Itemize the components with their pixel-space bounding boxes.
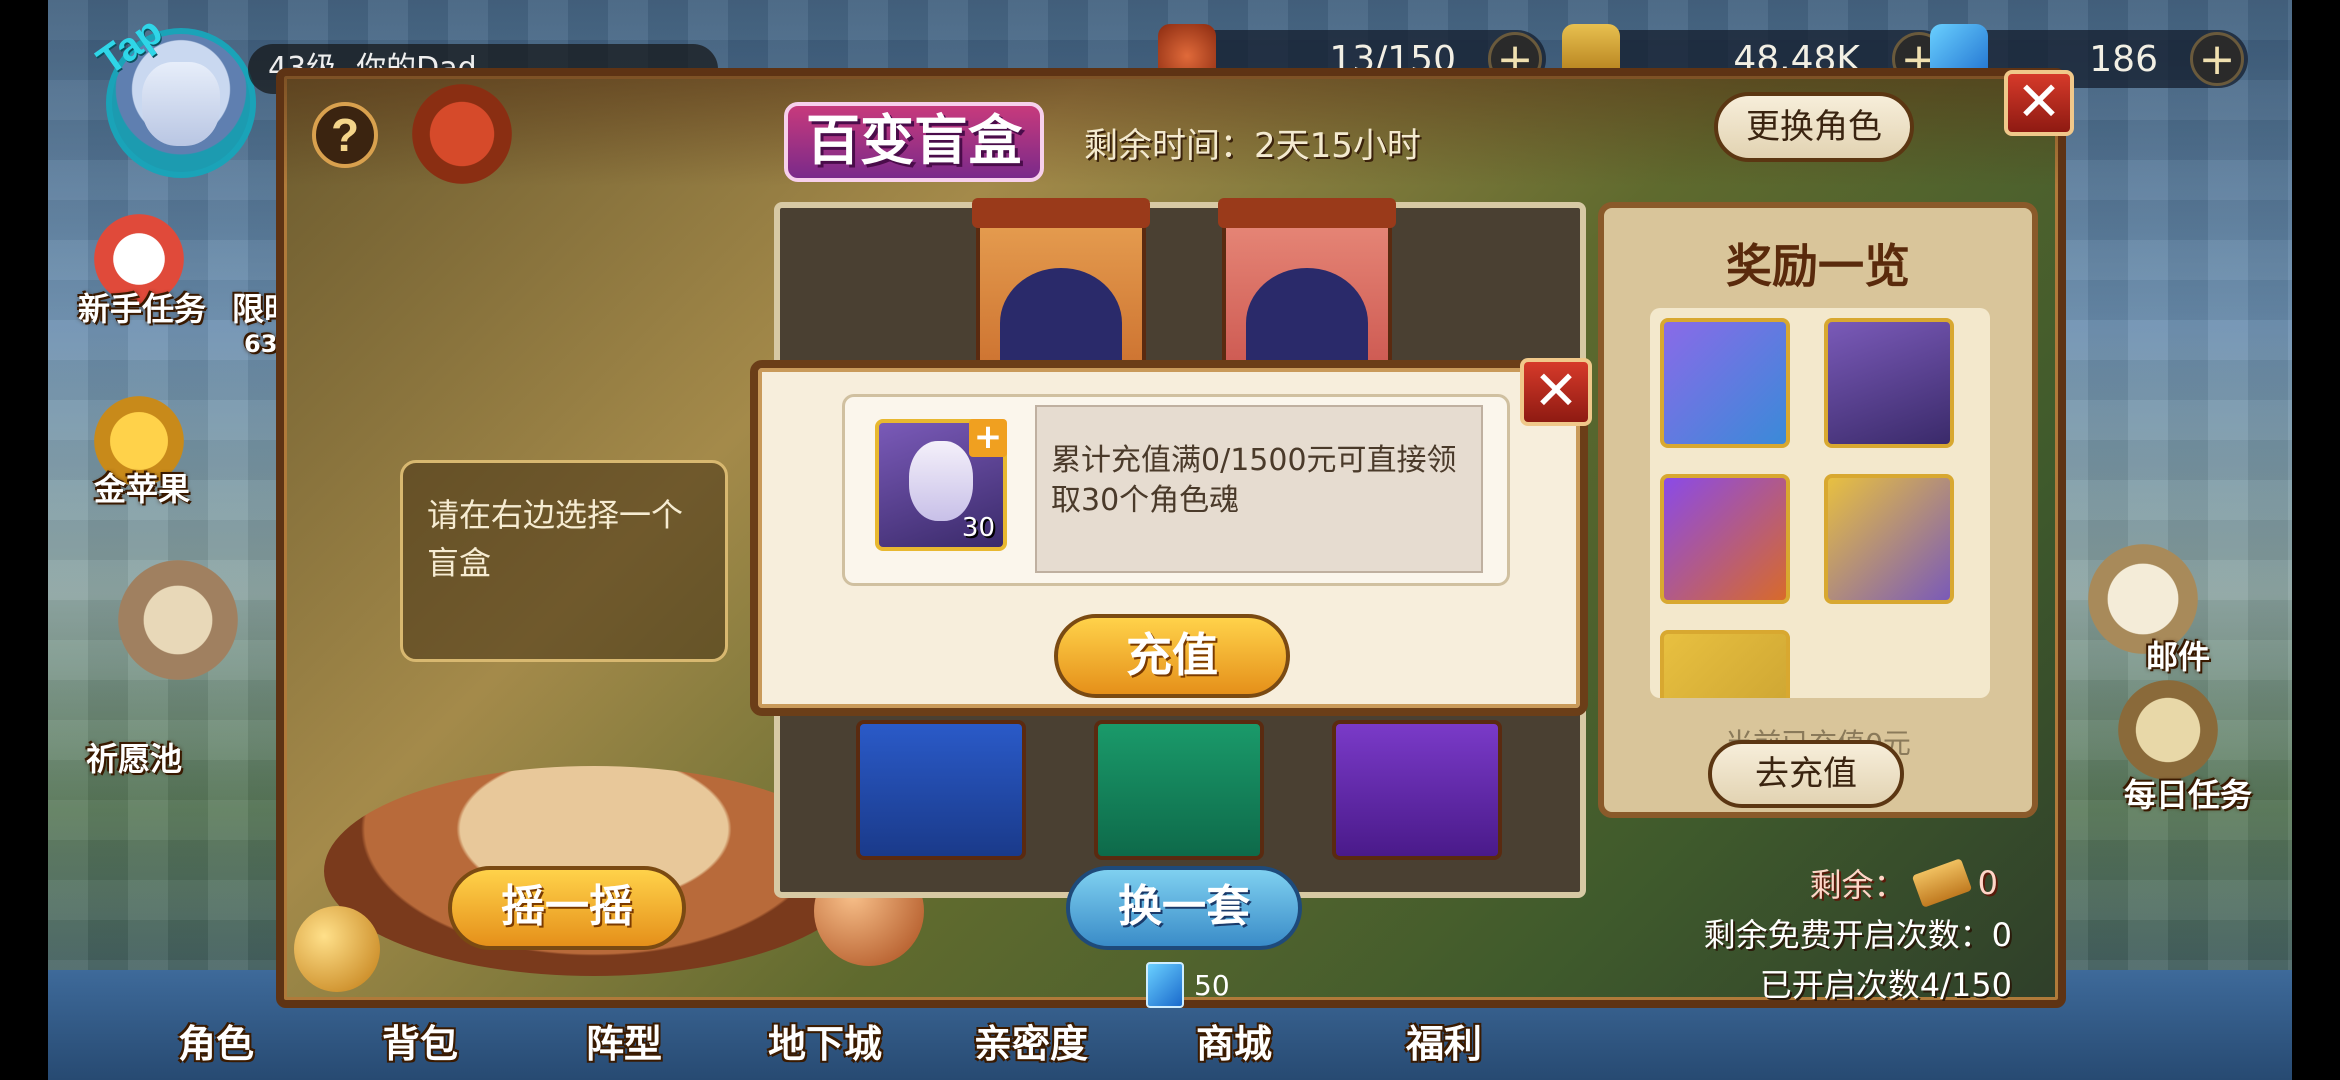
opened-count: 已开启次数4/150	[1759, 966, 2012, 1004]
gem-plus-button[interactable]: +	[2190, 32, 2244, 86]
scroll-icon[interactable]	[2118, 680, 2218, 780]
reward-item-partial[interactable]	[1660, 630, 1790, 698]
reward-title: 奖励一览	[1726, 239, 1910, 293]
nav-bag[interactable]: 背包	[382, 1013, 458, 1068]
remaining-tickets: 剩余： 0	[1809, 858, 1998, 908]
nav-intimacy[interactable]: 亲密度	[974, 1013, 1088, 1068]
recharge-dialog: + 30 累计充值满0/1500元可直接领取30个角色魂 充值	[750, 360, 1588, 716]
wishing-pool-label[interactable]: 祈愿池	[86, 734, 182, 780]
reward-item-badge[interactable]	[1660, 474, 1790, 604]
golden-apple-label[interactable]: 金苹果	[94, 464, 190, 510]
hint-box: 请在右边选择一个盲盒	[400, 460, 728, 662]
shake-button[interactable]: 摇一摇	[448, 866, 686, 950]
limited-count: 63	[244, 330, 278, 358]
daily-tasks-label[interactable]: 每日任务	[2124, 770, 2252, 816]
ticket-icon	[1911, 858, 1972, 908]
box-lid	[1218, 198, 1396, 228]
soul-portrait	[909, 441, 973, 521]
nav-dungeon[interactable]: 地下城	[768, 1013, 882, 1068]
dialog-content: + 30 累计充值满0/1500元可直接领取30个角色魂	[842, 394, 1510, 586]
nav-formation[interactable]: 阵型	[586, 1013, 662, 1068]
reward-panel: 奖励一览 当前已充值0元	[1598, 202, 2038, 818]
remaining-tickets-value: 0	[1977, 864, 1998, 902]
close-icon[interactable]: ✕	[2004, 70, 2074, 136]
avatar-face	[142, 62, 220, 146]
swap-cost: 50	[1146, 962, 1230, 1008]
help-button[interactable]: ?	[312, 102, 378, 168]
recharge-description: 累计充值满0/1500元可直接领取30个角色魂	[1035, 405, 1483, 573]
nav-role[interactable]: 角色	[178, 1013, 254, 1068]
blind-box-green[interactable]	[1094, 720, 1264, 860]
recharge-button[interactable]: 充值	[1054, 614, 1290, 698]
mail-label[interactable]: 邮件	[2146, 632, 2210, 678]
chest-icon	[412, 84, 512, 184]
blind-box-blue[interactable]	[856, 720, 1026, 860]
nav-welfare[interactable]: 福利	[1406, 1013, 1482, 1068]
gem-value: 186	[2089, 38, 2158, 80]
dialog-close-icon[interactable]: ✕	[1520, 358, 1592, 426]
swap-cost-value: 50	[1194, 968, 1230, 1002]
remaining-time: 剩余时间：2天15小时	[1084, 126, 1421, 166]
gold-orb	[294, 906, 380, 992]
blind-box-purple[interactable]	[1332, 720, 1502, 860]
change-role-button[interactable]: 更换角色	[1714, 92, 1914, 162]
gem-icon	[1146, 962, 1184, 1008]
go-recharge-button[interactable]: 去充值	[1708, 740, 1904, 808]
soul-count: 30	[961, 513, 995, 543]
newbie-tasks-label[interactable]: 新手任务	[78, 284, 206, 330]
reward-grid	[1650, 308, 1990, 698]
reward-item-character[interactable]	[1824, 318, 1954, 448]
chat-bubble-icon[interactable]	[118, 560, 238, 680]
plus-icon: +	[969, 419, 1007, 457]
swap-set-button[interactable]: 换一套	[1066, 866, 1302, 950]
blind-box-title: 百变盲盒	[784, 102, 1044, 182]
character-soul-icon: + 30	[875, 419, 1007, 551]
reward-item-card[interactable]	[1824, 474, 1954, 604]
free-opens: 剩余免费开启次数：0	[1703, 916, 2012, 954]
bottom-nav: 角色 背包 阵型 地下城 亲密度 商城 福利	[48, 1010, 2292, 1080]
nav-shop[interactable]: 商城	[1196, 1013, 1272, 1068]
reward-item-gem-card[interactable]	[1660, 318, 1790, 448]
remaining-label: 剩余：	[1809, 866, 1906, 904]
box-lid	[972, 198, 1150, 228]
